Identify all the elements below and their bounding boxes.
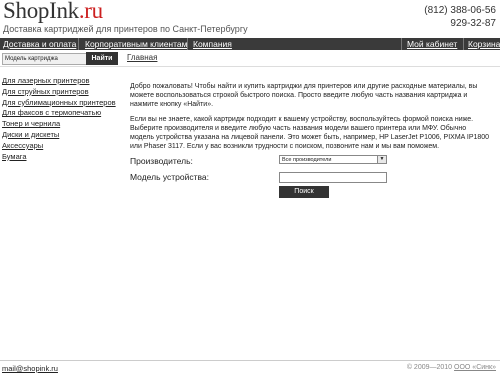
footer-copyright: © 2009—2010 ООО «Синк» — [407, 364, 496, 371]
manufacturer-label: Производитель: — [130, 156, 193, 166]
footer-divider — [0, 360, 500, 361]
copyright-years: © 2009—2010 — [406, 364, 453, 371]
quick-search: Модель картриджа Найти Главная — [0, 52, 500, 66]
nav-delivery[interactable]: Доставка и оплата — [3, 39, 76, 49]
search-help-text: Если вы не знаете, какой картридж подход… — [130, 116, 490, 150]
contact-phones: (812) 388-06-56 929-32-87 — [424, 4, 496, 30]
top-navigation: Доставка и оплата Корпоративным клиентам… — [0, 38, 500, 50]
phone-secondary: 929-32-87 — [450, 18, 496, 29]
logo-main: ShopInk — [3, 0, 79, 23]
sidebar-item-fax[interactable]: Для факсов с термопечатью — [2, 108, 117, 119]
nav-separator — [78, 38, 79, 50]
model-input[interactable] — [279, 172, 387, 183]
nav-corporate[interactable]: Корпоративным клиентам — [85, 39, 187, 49]
nav-cart[interactable]: Корзина — [468, 39, 500, 49]
nav-cabinet[interactable]: Мой кабинет — [407, 39, 457, 49]
manufacturer-select-value: Все производители — [282, 157, 332, 163]
logo-ext: .ru — [78, 0, 103, 23]
quick-search-button[interactable]: Найти — [86, 52, 118, 65]
sidebar-item-disks[interactable]: Диски и дискеты — [2, 130, 117, 141]
site-tagline: Доставка картриджей для принтеров по Сан… — [3, 24, 248, 34]
main-content: Добро пожаловать! Чтобы найти и купить к… — [130, 82, 492, 157]
breadcrumb-home[interactable]: Главная — [127, 53, 157, 62]
company-link[interactable]: ООО «Синк» — [454, 364, 496, 371]
nav-company[interactable]: Компания — [193, 39, 232, 49]
nav-separator — [401, 38, 402, 50]
phone-primary: (812) 388-06-56 — [424, 5, 496, 16]
welcome-text: Добро пожаловать! Чтобы найти и купить к… — [130, 83, 478, 108]
nav-separator — [187, 38, 188, 50]
footer-email[interactable]: mail@shopink.ru — [2, 364, 58, 373]
manufacturer-select[interactable]: Все производители ▼ — [279, 155, 387, 164]
site-logo[interactable]: ShopInk.ru — [3, 0, 103, 24]
nav-separator — [463, 38, 464, 50]
header-divider — [0, 66, 500, 67]
category-sidebar: Для лазерных принтеров Для струйных прин… — [2, 76, 117, 162]
chevron-down-icon: ▼ — [377, 156, 386, 163]
sidebar-item-toner[interactable]: Тонер и чернила — [2, 119, 117, 130]
quick-search-input[interactable]: Модель картриджа — [2, 53, 88, 65]
search-submit-button[interactable]: Поиск — [279, 186, 329, 198]
sidebar-item-paper[interactable]: Бумага — [2, 152, 117, 163]
sidebar-item-accessories[interactable]: Аксессуары — [2, 141, 117, 152]
sidebar-item-laser[interactable]: Для лазерных принтеров — [2, 76, 117, 87]
sidebar-item-inkjet[interactable]: Для струйных принтеров — [2, 87, 117, 98]
sidebar-item-sublimation[interactable]: Для сублимационных принтеров — [2, 98, 117, 109]
model-label: Модель устройства: — [130, 172, 210, 182]
